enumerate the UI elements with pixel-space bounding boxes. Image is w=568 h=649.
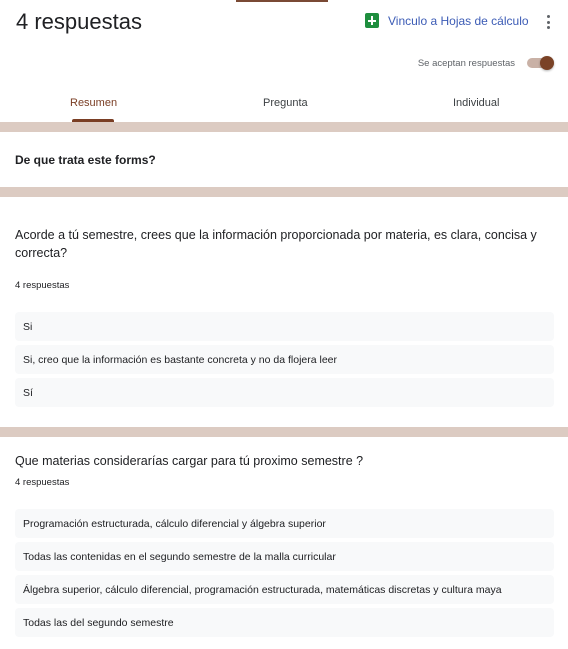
response-count: 4 respuestas — [15, 477, 70, 488]
section-divider — [0, 427, 568, 437]
question-title: Que materias considerarías cargar para t… — [15, 454, 364, 468]
accepting-responses-row: Se aceptan respuestas — [0, 53, 568, 73]
response-count: 4 respuestas — [15, 280, 70, 291]
more-vert-icon[interactable] — [540, 12, 556, 32]
answer-item: Álgebra superior, cálculo diferencial, p… — [15, 575, 554, 604]
section-title: De que trata este forms? — [15, 153, 156, 167]
answer-item: Programación estructurada, cálculo difer… — [15, 509, 554, 538]
tab-resumen[interactable]: Resumen — [70, 97, 117, 109]
link-to-sheets-label: Vinculo a Hojas de cálculo — [388, 13, 529, 28]
tab-pregunta[interactable]: Pregunta — [263, 97, 308, 109]
page-title: 4 respuestas — [16, 9, 142, 34]
toggle-knob — [540, 56, 554, 70]
answer-item: Sí — [15, 378, 554, 407]
accepting-responses-label: Se aceptan respuestas — [417, 58, 515, 69]
section-divider — [0, 122, 568, 132]
answer-item: Si — [15, 312, 554, 341]
tab-individual[interactable]: Individual — [453, 97, 499, 109]
accepting-responses-toggle[interactable] — [527, 56, 554, 70]
tab-bar: Resumen Pregunta Individual — [0, 88, 568, 122]
header: 4 respuestas Vinculo a Hojas de cálculo — [0, 0, 568, 44]
question-title: Acorde a tú semestre, crees que la infor… — [15, 228, 537, 260]
answer-item: Todas las del segundo semestre — [15, 608, 554, 637]
answer-item: Todas las contenidas en el segundo semes… — [15, 542, 554, 571]
link-to-sheets-button[interactable]: Vinculo a Hojas de cálculo — [365, 13, 529, 28]
answer-item: Si, creo que la información es bastante … — [15, 345, 554, 374]
section-divider — [0, 187, 568, 197]
sheets-icon — [365, 13, 379, 28]
